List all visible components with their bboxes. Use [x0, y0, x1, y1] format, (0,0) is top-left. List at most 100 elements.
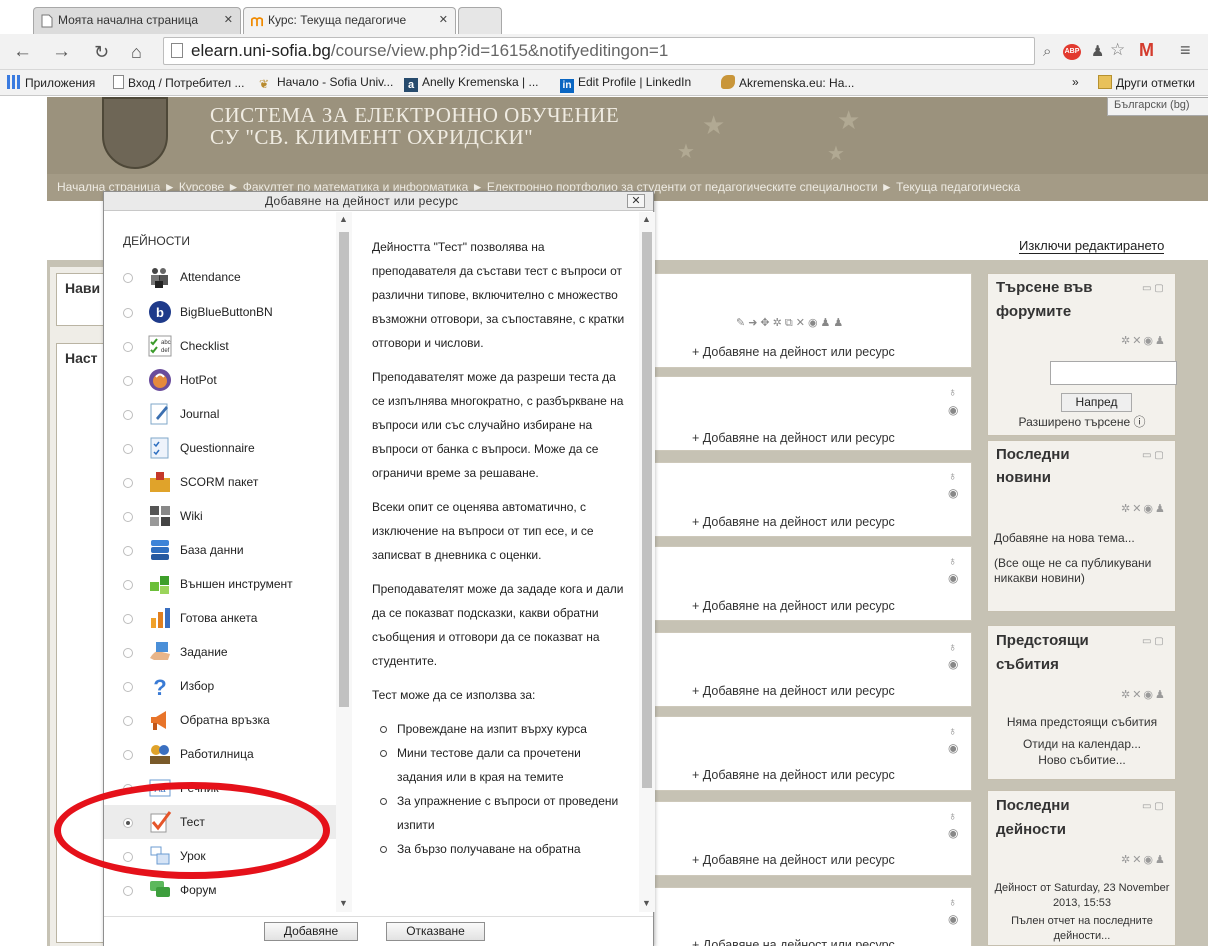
- address-bar[interactable]: elearn.uni-sofia.bg/course/view.php?id=1…: [163, 37, 1035, 65]
- radio-button[interactable]: [123, 512, 133, 522]
- lightbulb-icon[interactable]: ♁: [948, 555, 957, 568]
- activity-option-scorm[interactable]: SCORM пакет: [104, 465, 336, 499]
- activity-option-forum[interactable]: Форум: [104, 873, 336, 907]
- radio-button[interactable]: [123, 410, 133, 420]
- add-activity-link[interactable]: + Добавяне на дейност или ресурс: [692, 853, 895, 867]
- add-activity-link[interactable]: + Добавяне на дейност или ресурс: [692, 768, 895, 782]
- block-dock-icon[interactable]: ▭ ▢: [1142, 801, 1164, 812]
- scroll-up-icon[interactable]: ▲: [339, 214, 348, 224]
- browser-tab-course[interactable]: Курс: Текуща педагогиче ✕: [243, 7, 456, 34]
- activity-option-journal[interactable]: Journal: [104, 397, 336, 431]
- description-scrollbar[interactable]: ▲ ▼: [639, 212, 655, 912]
- lightbulb-icon[interactable]: ♁: [948, 470, 957, 483]
- new-event-link[interactable]: Ново събитие...: [994, 753, 1170, 768]
- bookmarks-overflow-button[interactable]: »: [1072, 75, 1079, 90]
- activity-option-attendance[interactable]: Attendance: [104, 260, 336, 294]
- radio-button[interactable]: [123, 478, 133, 488]
- forward-arrow-icon[interactable]: →: [52, 41, 71, 63]
- section-edit-icons[interactable]: ✎➜✥✲⧉✕◉♟♟: [736, 316, 846, 330]
- activity-option-bigbluebutton[interactable]: b BigBlueButtonBN: [104, 295, 336, 329]
- add-activity-link[interactable]: + Добавяне на дейност или ресурс: [692, 515, 895, 529]
- scroll-down-icon[interactable]: ▼: [339, 898, 348, 908]
- reload-icon[interactable]: ↻: [94, 41, 109, 63]
- block-dock-icon[interactable]: ▭ ▢: [1142, 450, 1164, 461]
- add-activity-link[interactable]: + Добавяне на дейност или ресурс: [692, 684, 895, 698]
- adblock-icon[interactable]: ABP: [1063, 44, 1081, 60]
- add-button[interactable]: Добавяне: [264, 922, 358, 941]
- activity-option-choice[interactable]: ? Избор: [104, 669, 336, 703]
- bookmark-anelly[interactable]: a Anelly Kremenska | ...: [404, 75, 539, 92]
- eye-icon[interactable]: ◉: [948, 827, 958, 840]
- zoom-icon[interactable]: ⌕: [1043, 44, 1051, 60]
- browser-tab-home[interactable]: Моята начална страница ✕: [33, 7, 241, 34]
- activity-option-assignment[interactable]: Задание: [104, 635, 336, 669]
- full-activity-report-link[interactable]: Пълен отчет на последните дейности...: [994, 914, 1170, 944]
- add-activity-link[interactable]: + Добавяне на дейност или ресурс: [692, 938, 895, 946]
- activity-option-wiki[interactable]: Wiki: [104, 499, 336, 533]
- close-dialog-button[interactable]: ✕: [627, 194, 645, 208]
- block-edit-icons[interactable]: ✲✕◉♟: [1121, 688, 1167, 701]
- lightbulb-icon[interactable]: ♁: [948, 641, 957, 654]
- add-activity-link[interactable]: + Добавяне на дейност или ресурс: [692, 345, 895, 359]
- radio-button[interactable]: [123, 308, 133, 318]
- radio-button[interactable]: [123, 273, 133, 283]
- radio-button[interactable]: [123, 750, 133, 760]
- radio-button[interactable]: [123, 580, 133, 590]
- bookmark-apps[interactable]: Приложения: [7, 75, 95, 91]
- home-icon[interactable]: ⌂: [131, 41, 142, 63]
- menu-icon[interactable]: ≡: [1180, 41, 1191, 59]
- cancel-button[interactable]: Отказване: [386, 922, 485, 941]
- radio-button[interactable]: [123, 342, 133, 352]
- activity-option-survey[interactable]: Готова анкета: [104, 601, 336, 635]
- go-to-calendar-link[interactable]: Отиди на календар...: [994, 737, 1170, 752]
- back-arrow-icon[interactable]: ←: [13, 41, 32, 63]
- radio-button[interactable]: [123, 376, 133, 386]
- radio-button[interactable]: [123, 716, 133, 726]
- scroll-down-icon[interactable]: ▼: [642, 898, 651, 908]
- lightbulb-icon[interactable]: ♁: [948, 725, 957, 738]
- search-submit-button[interactable]: Напред: [1061, 393, 1132, 412]
- activity-option-external-tool[interactable]: Външен инструмент: [104, 567, 336, 601]
- bookmark-other[interactable]: Други отметки: [1098, 75, 1195, 91]
- activity-option-workshop[interactable]: Работилница: [104, 737, 336, 771]
- bookmark-login[interactable]: Вход / Потребител ...: [113, 75, 244, 91]
- advanced-search-link[interactable]: Разширено търсене ⓘ: [994, 415, 1170, 430]
- add-activity-link[interactable]: + Добавяне на дейност или ресурс: [692, 431, 895, 445]
- activity-option-hotpot[interactable]: HotPot: [104, 363, 336, 397]
- block-edit-icons[interactable]: ✲✕◉♟: [1121, 502, 1167, 515]
- add-activity-link[interactable]: + Добавяне на дейност или ресурс: [692, 599, 895, 613]
- new-tab-button[interactable]: [458, 7, 502, 34]
- language-select[interactable]: Български (bg) ⌄: [1107, 97, 1208, 116]
- scroll-up-icon[interactable]: ▲: [642, 214, 651, 224]
- eye-icon[interactable]: ◉: [948, 572, 958, 585]
- activity-option-feedback[interactable]: Обратна връзка: [104, 703, 336, 737]
- bookmark-sofia-univ[interactable]: ❦ Начало - Sofia Univ...: [259, 75, 393, 91]
- block-dock-icon[interactable]: ▭ ▢: [1142, 636, 1164, 647]
- radio-button[interactable]: [123, 444, 133, 454]
- lightbulb-icon[interactable]: ♁: [948, 896, 957, 909]
- gmail-icon[interactable]: M: [1139, 41, 1154, 59]
- block-edit-icons[interactable]: ✲✕◉♟: [1121, 853, 1167, 866]
- radio-button[interactable]: [123, 614, 133, 624]
- lightbulb-icon[interactable]: ♁: [948, 810, 957, 823]
- eye-icon[interactable]: ◉: [948, 742, 958, 755]
- eye-icon[interactable]: ◉: [948, 913, 958, 926]
- eye-icon[interactable]: ◉: [948, 658, 958, 671]
- eye-icon[interactable]: ◉: [948, 487, 958, 500]
- close-tab-icon[interactable]: ✕: [439, 8, 448, 33]
- block-dock-icon[interactable]: ▭ ▢: [1142, 283, 1164, 294]
- scrollbar-thumb[interactable]: [642, 232, 652, 788]
- close-tab-icon[interactable]: ✕: [224, 8, 233, 33]
- activity-option-checklist[interactable]: abc def Checklist: [104, 329, 336, 363]
- extension-icon[interactable]: ♟: [1091, 44, 1104, 60]
- radio-button[interactable]: [123, 886, 133, 896]
- activity-option-database[interactable]: База данни: [104, 533, 336, 567]
- activity-option-questionnaire[interactable]: Questionnaire: [104, 431, 336, 465]
- lightbulb-icon[interactable]: ♁: [948, 386, 957, 399]
- radio-button[interactable]: [123, 648, 133, 658]
- turn-editing-off-button[interactable]: Изключи редактирането: [1019, 238, 1165, 254]
- block-edit-icons[interactable]: ✲✕◉♟: [1121, 334, 1167, 347]
- radio-button[interactable]: [123, 682, 133, 692]
- bookmark-linkedin[interactable]: in Edit Profile | LinkedIn: [560, 75, 691, 93]
- activity-list-scrollbar[interactable]: ▲ ▼: [336, 212, 352, 912]
